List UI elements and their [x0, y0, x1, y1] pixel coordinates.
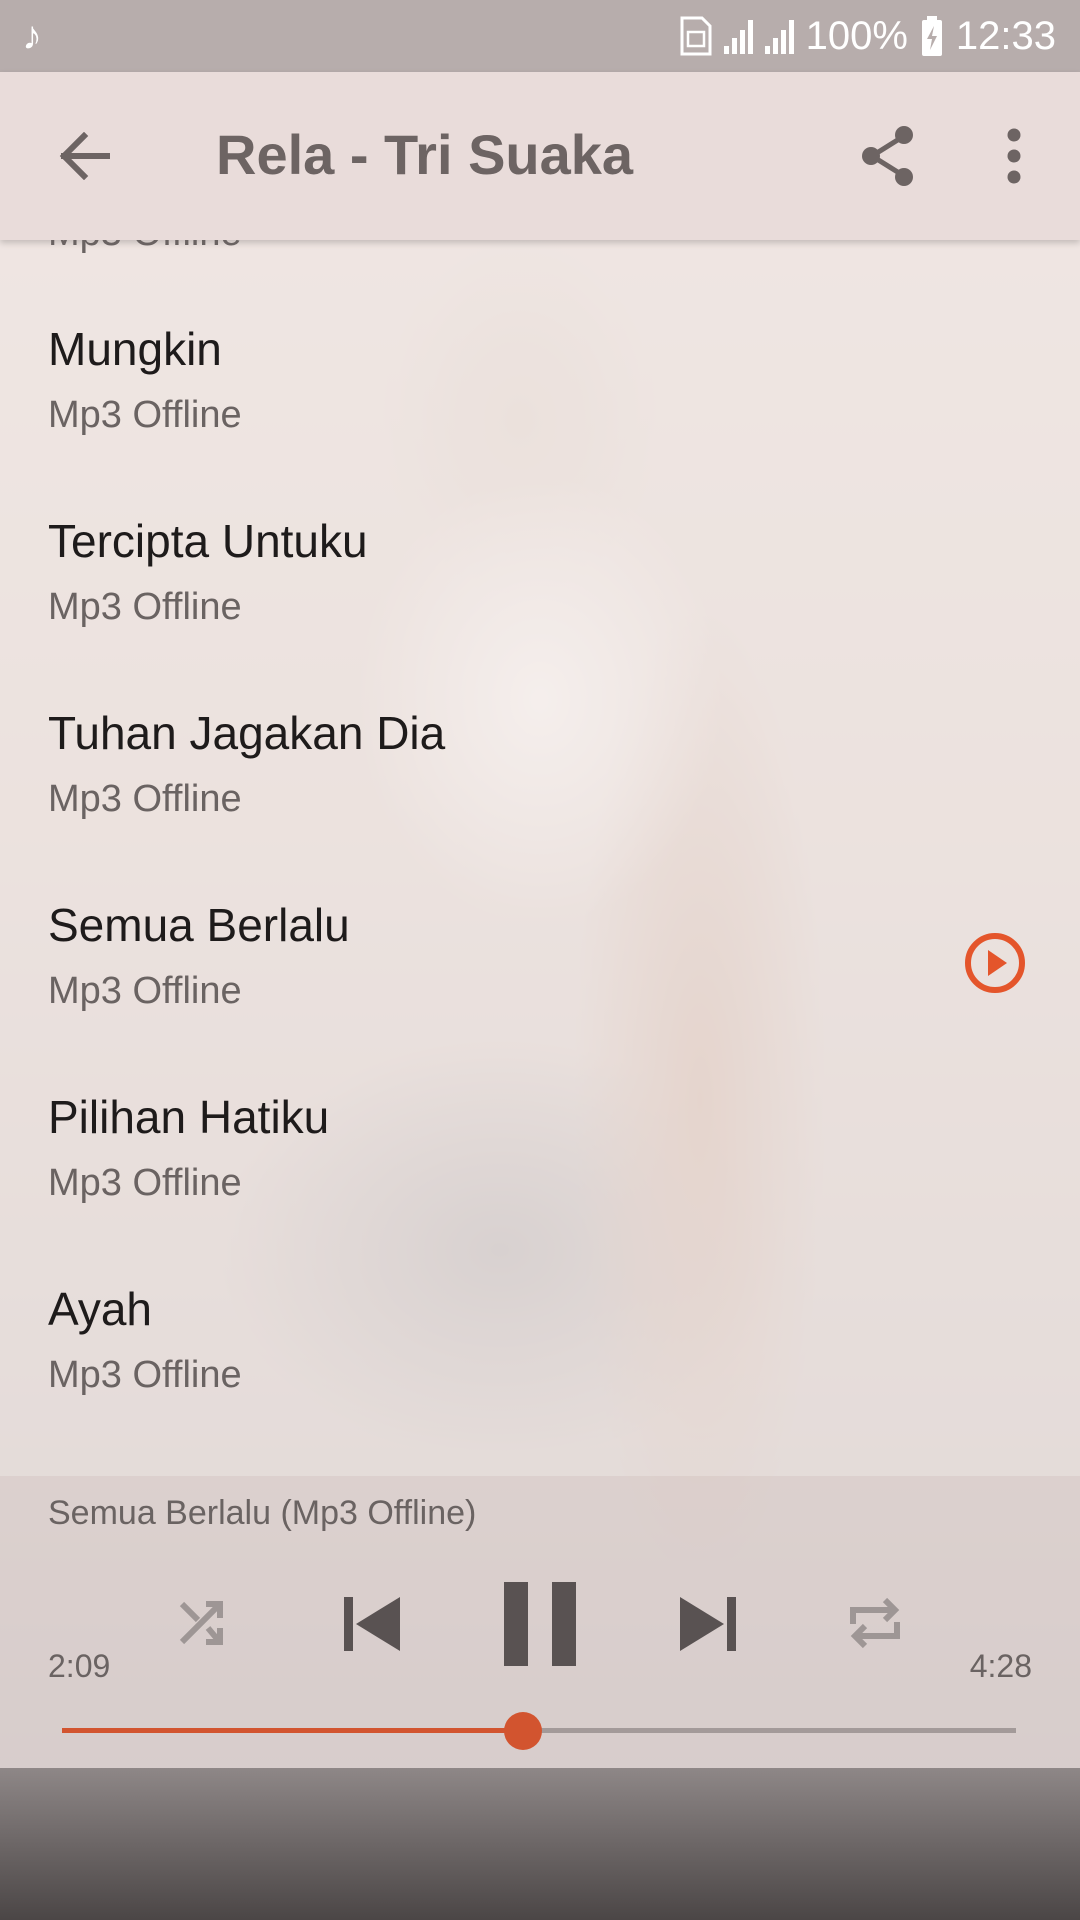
seek-thumb[interactable]	[503, 1712, 542, 1750]
list-item-subtitle: Mp3 Offline	[48, 586, 242, 628]
signal-icon	[723, 18, 753, 54]
shuffle-icon	[179, 1601, 223, 1645]
list-item-subtitle: Mp3 Offline	[48, 240, 242, 255]
now-playing-label: Semua Berlalu (Mp3 Offline)	[48, 1494, 477, 1532]
skip-next-icon	[680, 1597, 736, 1651]
repeat-icon	[850, 1597, 900, 1649]
page-title: Rela - Tri Suaka	[216, 123, 634, 186]
status-bar: ♪ 100% 12:33	[0, 0, 1080, 72]
more-options-button[interactable]	[988, 108, 1040, 204]
repeat-button[interactable]	[840, 1588, 910, 1658]
back-arrow-icon	[59, 132, 110, 180]
total-duration: 4:28	[969, 1648, 1032, 1684]
share-icon	[862, 126, 913, 186]
list-item-title: Semua Berlalu	[48, 899, 350, 951]
share-button[interactable]	[848, 108, 928, 204]
next-button[interactable]	[666, 1582, 750, 1666]
list-item-title: Tercipta Untuku	[48, 515, 368, 567]
pause-button[interactable]	[492, 1576, 588, 1672]
list-item[interactable]: Mungkin Mp3 Offline	[0, 294, 1080, 486]
battery-charging-icon	[921, 16, 942, 56]
seek-bar[interactable]	[62, 1712, 1016, 1750]
song-list: Mp3 Offline Mungkin Mp3 Offline Tercipta…	[0, 240, 1080, 1476]
clock: 12:33	[955, 13, 1056, 58]
skip-previous-icon	[344, 1597, 400, 1651]
more-vert-icon	[1007, 128, 1021, 184]
list-item[interactable]: Pilihan Hatiku Mp3 Offline	[0, 1062, 1080, 1254]
seek-progress	[62, 1728, 523, 1733]
list-item-playing[interactable]: Semua Berlalu Mp3 Offline	[0, 870, 1080, 1062]
previous-button[interactable]	[330, 1582, 414, 1666]
list-item-subtitle: Mp3 Offline	[48, 1162, 242, 1204]
list-item-subtitle: Mp3 Offline	[48, 778, 242, 820]
list-item-subtitle: Mp3 Offline	[48, 394, 242, 436]
battery-percent: 100%	[805, 13, 908, 58]
list-item-title: Tuhan Jagakan Dia	[48, 707, 446, 759]
list-item-title: Mungkin	[48, 323, 222, 375]
player-panel: Semua Berlalu (Mp3 Offline) 2:09 4:28	[0, 1476, 1080, 1768]
list-item[interactable]: Tercipta Untuku Mp3 Offline	[0, 486, 1080, 678]
sim-icon	[680, 16, 712, 56]
list-item-subtitle: Mp3 Offline	[48, 1354, 242, 1396]
elapsed-time: 2:09	[48, 1648, 111, 1684]
play-circle-icon[interactable]	[964, 932, 1026, 994]
app-bar: Rela - Tri Suaka	[0, 72, 1080, 240]
pause-icon	[504, 1582, 576, 1666]
list-item-title: Pilihan Hatiku	[48, 1091, 330, 1143]
signal-icon	[764, 18, 794, 54]
bottom-photo-strip	[0, 1768, 1080, 1920]
list-item[interactable]: Ayah Mp3 Offline	[0, 1254, 1080, 1446]
back-button[interactable]	[36, 112, 132, 200]
list-item[interactable]: Tuhan Jagakan Dia Mp3 Offline	[0, 678, 1080, 870]
status-right: 100% 12:33	[678, 12, 1056, 60]
shuffle-button[interactable]	[170, 1588, 240, 1658]
list-item-subtitle: Mp3 Offline	[48, 970, 242, 1012]
list-item-title: Ayah	[48, 1283, 153, 1335]
music-note-icon: ♪	[22, 14, 42, 58]
